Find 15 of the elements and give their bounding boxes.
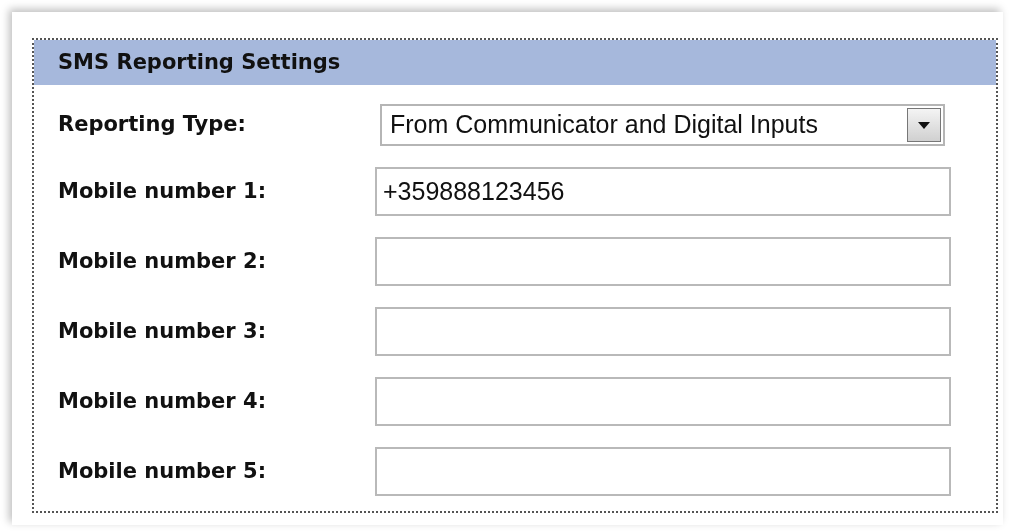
field-label: Mobile number 3: [58,317,268,345]
dropdown[interactable]: From Communicator and Digital Inputs [380,104,945,146]
dropdown-button[interactable] [907,108,941,142]
input-field[interactable] [375,237,951,286]
caret-icon [918,121,930,129]
input-field[interactable] [375,447,951,496]
field-label: Mobile number 2: [58,247,268,275]
field-label: Mobile number 5: [58,457,268,485]
section-header: SMS Reporting Settings [34,40,996,85]
input-field[interactable] [375,307,951,356]
input-field[interactable]: +359888123456 [375,167,951,216]
input-field[interactable] [375,377,951,426]
field-label: Reporting Type: [58,111,247,139]
field-label: Mobile number 1: [58,177,268,205]
field-label: Mobile number 4: [58,387,268,415]
